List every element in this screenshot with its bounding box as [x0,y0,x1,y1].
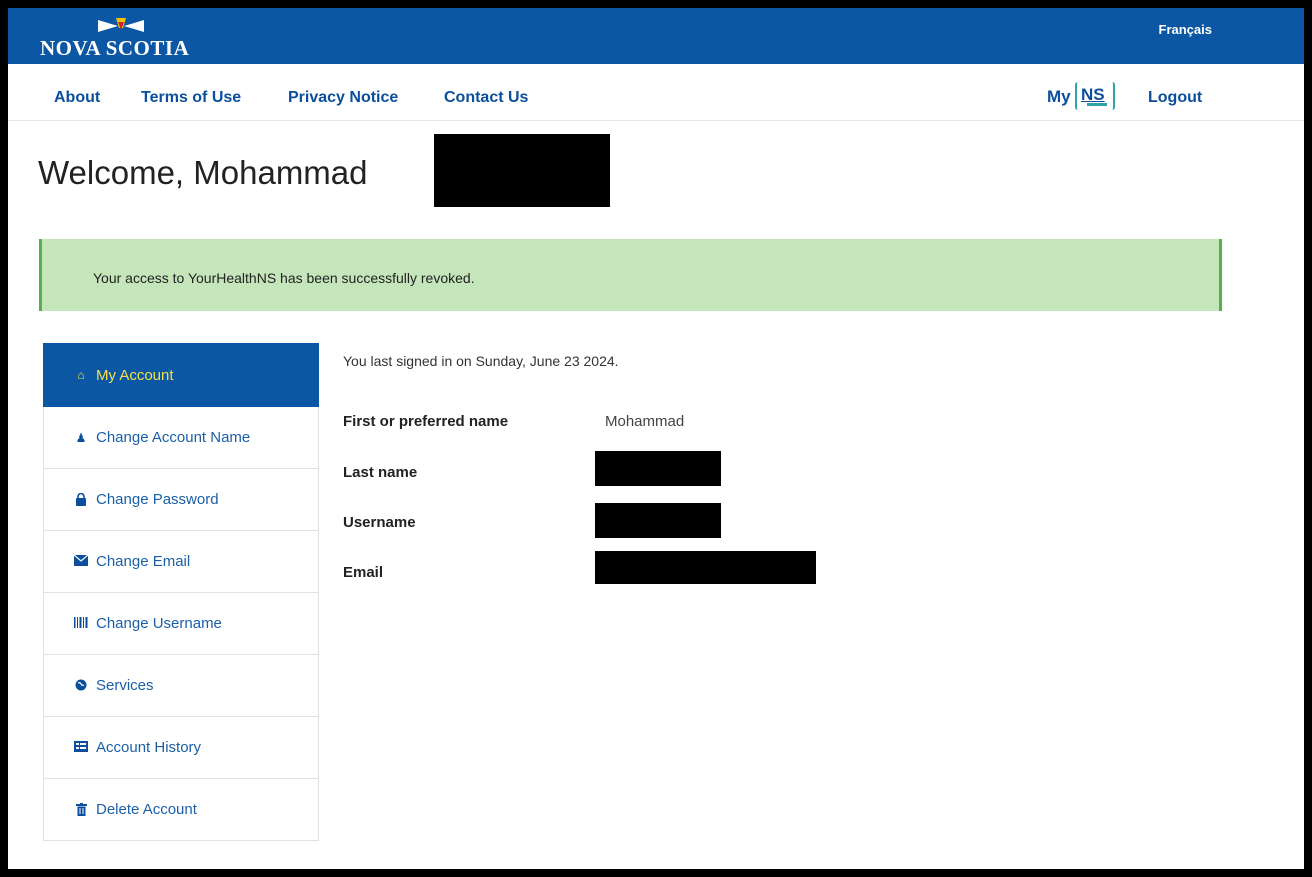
top-banner: NOVA SCOTIA Français [8,8,1304,64]
sidebar-item-change-email[interactable]: Change Email [43,531,319,593]
first-name-label: First or preferred name [343,413,509,430]
sidebar-item-services[interactable]: Services [43,655,319,717]
user-icon: ♟ [75,430,87,445]
alert-message: Your access to YourHealthNS has been suc… [93,270,475,286]
email-label: Email [343,564,384,581]
myns-logo[interactable]: My NS [1047,80,1117,114]
last-name-label: Last name [343,464,418,481]
lock-icon [74,492,88,507]
sidebar-item-label: Change Password [96,491,219,508]
list-icon [74,740,88,755]
sidebar-item-label: Account History [96,739,202,756]
sidebar-item-label: Change Account Name [96,429,251,446]
redacted-last-name-block [595,451,721,486]
sidebar-item-label: Delete Account [96,801,197,818]
envelope-icon [73,554,89,569]
myns-my-text: My [1047,87,1071,106]
barcode-icon [74,616,88,631]
page-frame: NOVA SCOTIA Français About Terms of Use … [8,8,1304,869]
sidebar-item-label: Change Email [96,553,191,570]
account-sidebar: ⌂ My Account ♟ Change Account Name Chang… [43,343,319,841]
globe-icon [74,679,88,693]
redacted-email-block [595,551,816,584]
sidebar-item-change-password[interactable]: Change Password [43,469,319,531]
redacted-username-block [595,503,721,538]
sidebar-item-label: Services [96,677,154,694]
sidebar-item-delete-account[interactable]: Delete Account [43,779,319,841]
sidebar-item-my-account[interactable]: ⌂ My Account [43,343,319,407]
redacted-surname-block [434,134,610,207]
sidebar-item-account-history[interactable]: Account History [43,717,319,779]
myns-box: NS [1075,82,1115,110]
flag-emblem-icon [98,18,144,32]
language-toggle-link[interactable]: Français [1159,22,1212,37]
nav-privacy-link[interactable]: Privacy Notice [288,89,398,107]
sidebar-item-change-username[interactable]: Change Username [43,593,319,655]
username-label: Username [343,514,416,531]
nav-about-link[interactable]: About [54,89,100,107]
main-nav: About Terms of Use Privacy Notice Contac… [8,64,1304,121]
trash-icon [74,802,88,817]
nav-terms-link[interactable]: Terms of Use [141,89,241,107]
sidebar-item-change-account-name[interactable]: ♟ Change Account Name [43,407,319,469]
logo-text: NOVA SCOTIA [40,36,190,60]
myns-ns-text: NS [1081,85,1105,104]
first-name-value: Mohammad [605,413,685,430]
logout-link[interactable]: Logout [1148,89,1202,107]
success-alert: Your access to YourHealthNS has been suc… [39,239,1222,311]
nav-contact-link[interactable]: Contact Us [444,89,528,107]
last-signed-in-text: You last signed in on Sunday, June 23 20… [343,353,619,369]
sidebar-item-label: My Account [96,366,174,384]
sidebar-item-label: Change Username [96,615,222,632]
nova-scotia-logo[interactable]: NOVA SCOTIA [40,16,220,60]
page-title: Welcome, Mohammad [38,154,368,191]
myns-underline [1087,103,1107,106]
home-icon: ⌂ [77,368,85,382]
